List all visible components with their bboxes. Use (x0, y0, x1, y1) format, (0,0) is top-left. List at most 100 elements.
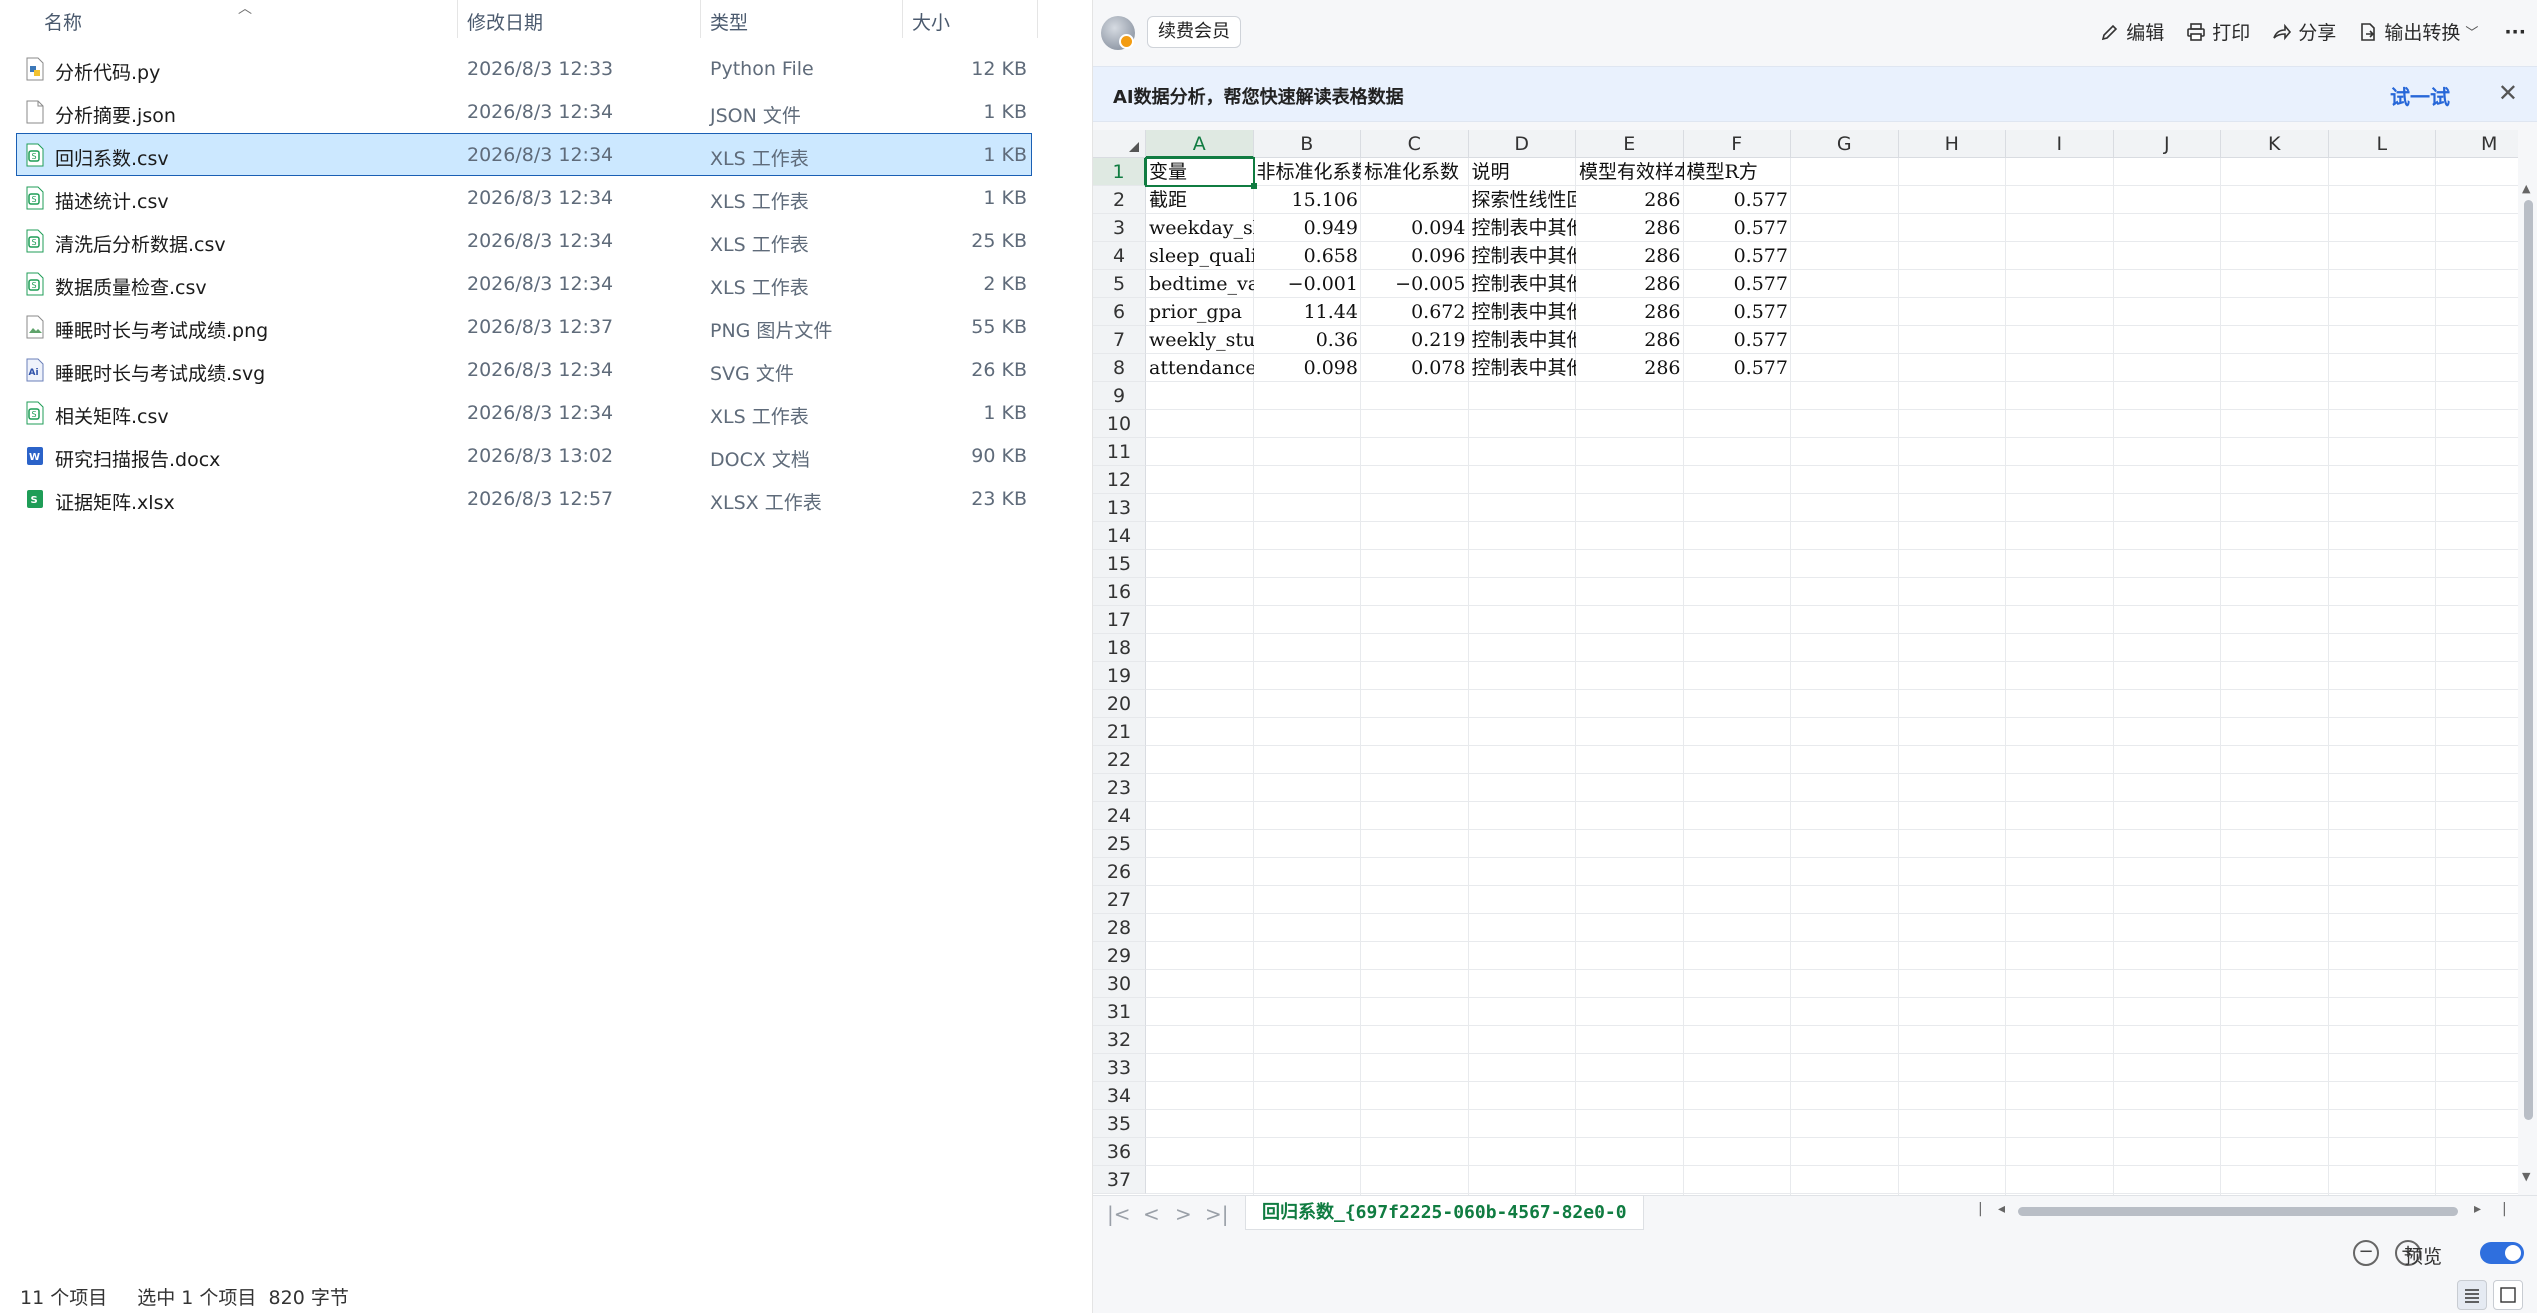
file-row[interactable]: Ai 睡眠时长与考试成绩.svg 2026/8/3 12:34 SVG 文件 26 KB (16, 348, 1032, 391)
row-header[interactable]: 30 (1093, 970, 1146, 998)
cell-f6[interactable]: 0.577 (1684, 298, 1792, 326)
cell-c4[interactable]: 0.096 (1361, 242, 1469, 270)
column-divider[interactable] (457, 0, 458, 38)
row-header[interactable]: 35 (1093, 1110, 1146, 1138)
cell-b7[interactable]: 0.36 (1254, 326, 1362, 354)
cell-a2[interactable]: 截距 (1146, 186, 1254, 214)
close-icon[interactable]: ✕ (2498, 79, 2518, 107)
scroll-right-icon[interactable]: | (2502, 1201, 2507, 1217)
column-divider[interactable] (700, 0, 701, 38)
spreadsheet-grid[interactable]: A B C D E F G H I J K L M 1 2 3 4 5 6 7 8 9 10 11 12 13 14 15 16 17 18… (1093, 130, 2518, 1195)
scroll-left-icon[interactable]: | (1978, 1201, 1983, 1217)
row-header[interactable]: 18 (1093, 634, 1146, 662)
row-header[interactable]: 36 (1093, 1138, 1146, 1166)
row-header[interactable]: 22 (1093, 746, 1146, 774)
cell-f3[interactable]: 0.577 (1684, 214, 1792, 242)
cell-d6[interactable]: 控制表中其他变量 (1469, 298, 1577, 326)
horizontal-scrollbar[interactable]: | ◂ ▸ | (1978, 1201, 2508, 1218)
cell-f2[interactable]: 0.577 (1684, 186, 1792, 214)
cell-b6[interactable]: 11.44 (1254, 298, 1362, 326)
cell-d4[interactable]: 控制表中其他变量 (1469, 242, 1577, 270)
cell-d7[interactable]: 控制表中其他变量 (1469, 326, 1577, 354)
column-header-d[interactable]: D (1468, 130, 1576, 158)
print-button[interactable]: 打印 (2186, 18, 2250, 45)
column-header-size[interactable]: 大小 (912, 8, 950, 35)
cell-b1[interactable]: 非标准化系数 (1254, 158, 1362, 186)
details-view-icon[interactable] (2457, 1280, 2487, 1310)
file-row[interactable]: S 清洗后分析数据.csv 2026/8/3 12:34 XLS 工作表 25 KB (16, 219, 1032, 262)
cell-b3[interactable]: 0.949 (1254, 214, 1362, 242)
cell-a8[interactable]: attendance (1146, 354, 1254, 382)
more-button[interactable]: ··· (2504, 21, 2526, 43)
vertical-scrollbar[interactable]: ▲ ▼ (2518, 130, 2537, 1195)
cell-b8[interactable]: 0.098 (1254, 354, 1362, 382)
cell-e4[interactable]: 286 (1576, 242, 1684, 270)
cell-d3[interactable]: 控制表中其他变量 (1469, 214, 1577, 242)
cell-e8[interactable]: 286 (1576, 354, 1684, 382)
cell-f8[interactable]: 0.577 (1684, 354, 1792, 382)
row-header[interactable]: 24 (1093, 802, 1146, 830)
row-header[interactable]: 5 (1093, 270, 1146, 298)
file-row[interactable]: 分析代码.py 2026/8/3 12:33 Python File 12 KB (16, 47, 1032, 90)
cell-b4[interactable]: 0.658 (1254, 242, 1362, 270)
cell-c6[interactable]: 0.672 (1361, 298, 1469, 326)
export-convert-button[interactable]: 输出转换 ﹀ (2358, 18, 2478, 45)
row-header[interactable]: 13 (1093, 494, 1146, 522)
row-header[interactable]: 33 (1093, 1054, 1146, 1082)
cell-a6[interactable]: prior_gpa (1146, 298, 1254, 326)
row-header[interactable]: 12 (1093, 466, 1146, 494)
column-divider[interactable] (902, 0, 903, 38)
column-header-k[interactable]: K (2221, 130, 2329, 158)
next-sheet-icon[interactable]: > (1175, 1202, 1192, 1226)
first-sheet-icon[interactable]: |< (1107, 1202, 1131, 1226)
column-header-l[interactable]: L (2328, 130, 2436, 158)
file-row[interactable]: S 数据质量检查.csv 2026/8/3 12:34 XLS 工作表 2 KB (16, 262, 1032, 305)
cell-e7[interactable]: 286 (1576, 326, 1684, 354)
row-header[interactable]: 23 (1093, 774, 1146, 802)
row-header[interactable]: 10 (1093, 410, 1146, 438)
sheet-tab[interactable]: 回归系数_{697f2225-060b-4567-82e0-0 (1245, 1196, 1644, 1230)
horizontal-scroll-thumb[interactable] (2018, 1207, 2458, 1216)
row-header[interactable]: 32 (1093, 1026, 1146, 1054)
zoom-out-icon[interactable]: − (2353, 1240, 2379, 1266)
cell-f5[interactable]: 0.577 (1684, 270, 1792, 298)
cell-f4[interactable]: 0.577 (1684, 242, 1792, 270)
column-divider[interactable] (1037, 0, 1038, 38)
cell-e2[interactable]: 286 (1576, 186, 1684, 214)
row-header[interactable]: 7 (1093, 326, 1146, 354)
row-header[interactable]: 27 (1093, 886, 1146, 914)
column-header-m[interactable]: M (2436, 130, 2518, 158)
row-header[interactable]: 17 (1093, 606, 1146, 634)
row-header[interactable]: 29 (1093, 942, 1146, 970)
scroll-left-arrow-icon[interactable]: ◂ (1998, 1201, 2005, 1217)
row-header[interactable]: 34 (1093, 1082, 1146, 1110)
try-ai-button[interactable]: 试一试 (2390, 81, 2450, 110)
file-row[interactable]: S 描述统计.csv 2026/8/3 12:34 XLS 工作表 1 KB (16, 176, 1032, 219)
column-header-g[interactable]: G (1791, 130, 1899, 158)
row-header[interactable]: 9 (1093, 382, 1146, 410)
last-sheet-icon[interactable]: >| (1205, 1202, 1229, 1226)
file-row[interactable]: 分析摘要.json 2026/8/3 12:34 JSON 文件 1 KB (16, 90, 1032, 133)
row-header[interactable]: 37 (1093, 1166, 1146, 1194)
cell-b2[interactable]: 15.106 (1254, 186, 1362, 214)
cell-d1[interactable]: 说明 (1469, 158, 1577, 186)
row-header[interactable]: 16 (1093, 578, 1146, 606)
scroll-up-icon[interactable]: ▲ (2522, 182, 2530, 195)
cell-b5[interactable]: −0.001 (1254, 270, 1362, 298)
row-header[interactable]: 20 (1093, 690, 1146, 718)
thumbnail-view-icon[interactable] (2493, 1280, 2523, 1310)
row-header[interactable]: 8 (1093, 354, 1146, 382)
row-header[interactable]: 15 (1093, 550, 1146, 578)
column-header-b[interactable]: B (1253, 130, 1361, 158)
column-header-a[interactable]: A (1146, 130, 1254, 158)
row-header[interactable]: 21 (1093, 718, 1146, 746)
scroll-right-arrow-icon[interactable]: ▸ (2474, 1201, 2481, 1217)
row-header[interactable]: 19 (1093, 662, 1146, 690)
column-header-type[interactable]: 类型 (710, 8, 748, 35)
row-header[interactable]: 6 (1093, 298, 1146, 326)
cell-d8[interactable]: 控制表中其他变量 (1469, 354, 1577, 382)
file-row[interactable]: W 研究扫描报告.docx 2026/8/3 13:02 DOCX 文档 90 KB (16, 434, 1032, 477)
column-header-h[interactable]: H (1898, 130, 2006, 158)
column-header-f[interactable]: F (1683, 130, 1791, 158)
edit-button[interactable]: 编辑 (2100, 18, 2164, 45)
